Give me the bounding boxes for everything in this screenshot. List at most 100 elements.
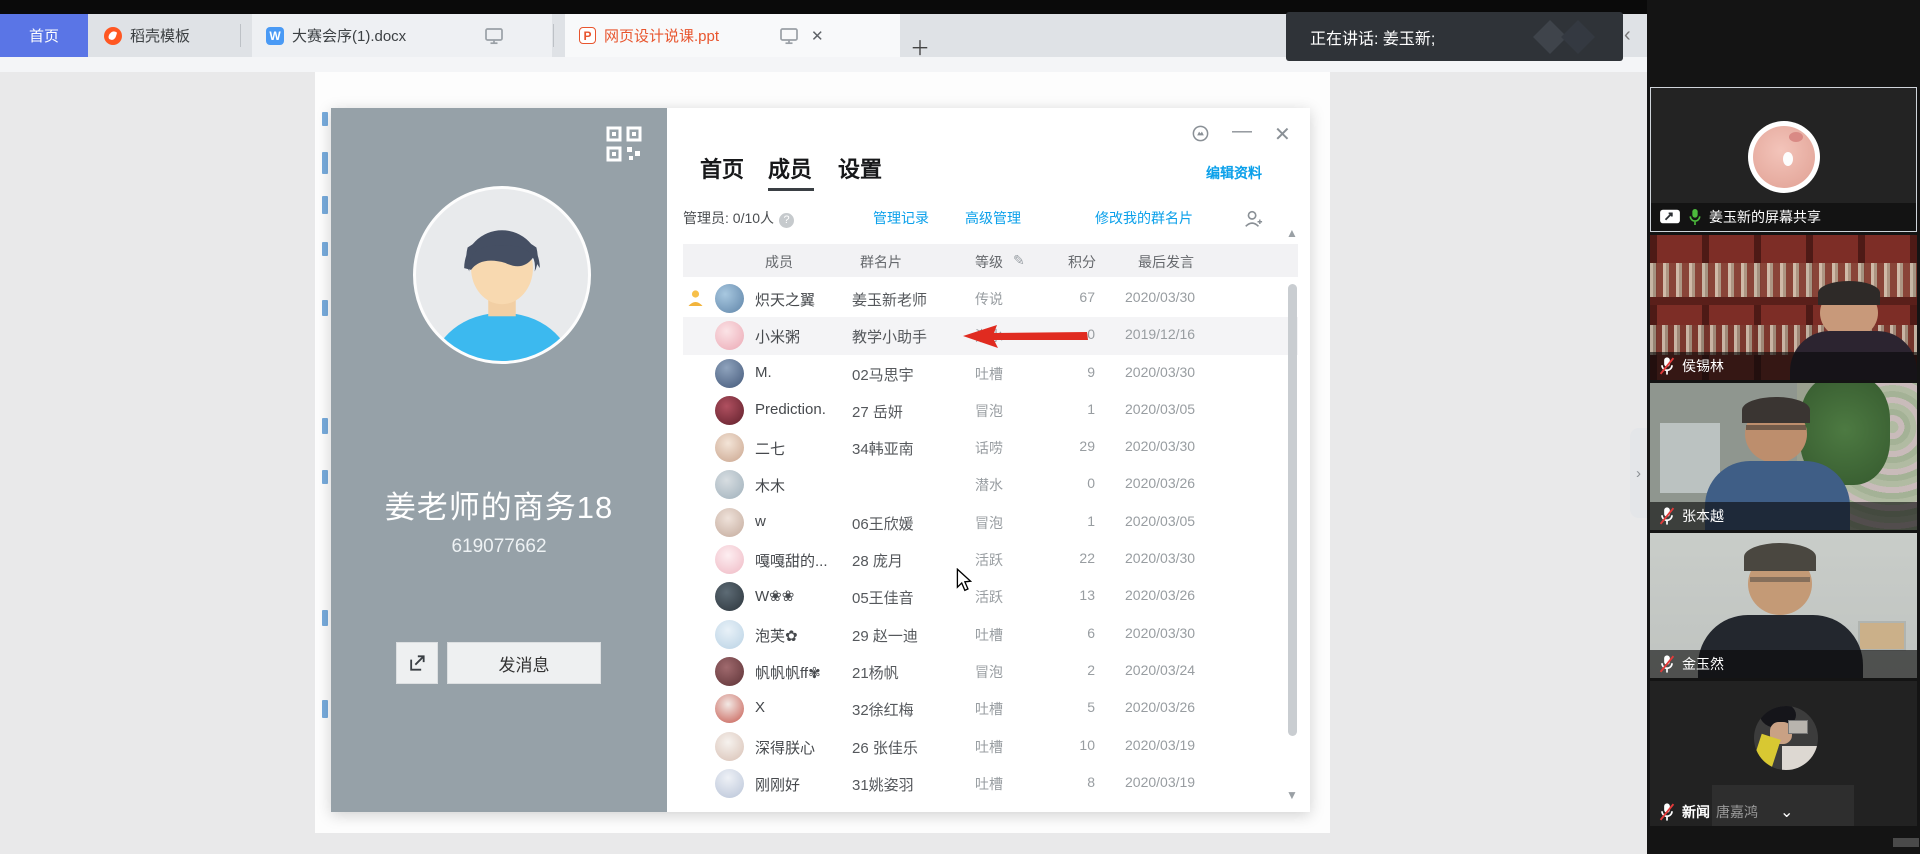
member-card: 31姚姿羽 <box>852 774 914 795</box>
tab-docer-template[interactable]: 稻壳模板 <box>104 14 238 57</box>
qq-group-window: 姜老师的商务18 619077662 发消息 — ✕ 首页 成员 设置 编辑资料… <box>331 108 1310 812</box>
share-icon <box>407 653 427 673</box>
table-row[interactable]: 小米粥 教学小助手 潜水 0 2019/12/16 <box>683 317 1298 354</box>
participant-tile-video[interactable]: 张本越 <box>1650 383 1917 530</box>
tab-home[interactable]: 首页 <box>0 14 88 57</box>
member-lastpost: 2020/03/30 <box>1125 438 1195 454</box>
group-name: 姜老师的商务18 <box>331 482 667 527</box>
col-card: 群名片 <box>860 252 902 272</box>
member-avatar <box>715 694 744 723</box>
member-card: 06王欣媛 <box>852 513 914 534</box>
edit-profile-link[interactable]: 编辑资料 <box>1206 163 1262 183</box>
member-name: 木木 <box>755 475 785 496</box>
table-row[interactable]: X 32徐红梅 吐槽 5 2020/03/26 <box>683 690 1298 727</box>
tab-group-home[interactable]: 首页 <box>700 152 744 184</box>
table-row[interactable]: 二七 34韩亚南 话唠 29 2020/03/30 <box>683 429 1298 466</box>
member-level: 冒泡 <box>975 662 1003 682</box>
member-avatar <box>715 545 744 574</box>
member-points: 10 <box>1035 737 1095 753</box>
admin-count-label: 管理员: 0/10人 <box>683 210 774 226</box>
clipped-text-fragment <box>322 152 328 174</box>
table-row[interactable]: 刚刚好 31姚姿羽 吐槽 8 2020/03/19 <box>683 765 1298 802</box>
participant-tile-video[interactable]: 侯锡林 <box>1650 235 1917 380</box>
participant-label: 姜玉新的屏幕共享 <box>1651 203 1916 231</box>
participant-tile-avatar[interactable]: 新闻 唐嘉鸿 ⌄ <box>1650 681 1917 826</box>
group-card-panel: 姜老师的商务18 619077662 发消息 <box>331 108 667 812</box>
tab-group-settings[interactable]: 设置 <box>838 152 882 184</box>
table-row[interactable]: M. 02马思宇 吐槽 9 2020/03/30 <box>683 355 1298 392</box>
member-points: 67 <box>1035 289 1095 305</box>
mic-muted-icon <box>1658 356 1676 376</box>
screen-share-icon <box>1659 208 1681 226</box>
member-card: 05王佳音 <box>852 587 914 608</box>
clipped-text-fragment <box>322 112 328 126</box>
ppt-doc-icon: P <box>579 27 596 44</box>
member-points: 5 <box>1035 699 1095 715</box>
level-pencil-icon[interactable]: ✎ <box>1013 252 1025 269</box>
active-tab-underline <box>768 188 814 191</box>
qr-code-icon[interactable] <box>605 125 643 163</box>
member-avatar <box>715 620 744 649</box>
minimize-icon[interactable]: — <box>1232 120 1252 143</box>
help-icon[interactable]: ? <box>779 213 794 228</box>
member-avatar <box>715 769 744 798</box>
table-row[interactable]: W❀❀ 05王佳音 活跃 13 2020/03/26 <box>683 578 1298 615</box>
table-row[interactable]: 深得朕心 26 张佳乐 吐槽 10 2020/03/19 <box>683 728 1298 765</box>
table-row[interactable]: 泡芙✿ 29 赵一迪 吐槽 6 2020/03/30 <box>683 616 1298 653</box>
participant-name: 侯锡林 <box>1682 356 1724 376</box>
clipped-text-fragment <box>322 242 328 256</box>
table-row[interactable]: 木木 潜水 0 2020/03/26 <box>683 466 1298 503</box>
scroll-up-icon[interactable]: ▲ <box>1286 226 1298 240</box>
member-list-scrollbar[interactable] <box>1288 284 1297 736</box>
chevron-down-icon[interactable]: ⌄ <box>1780 802 1793 822</box>
clipped-text-fragment <box>322 470 328 484</box>
member-card: 21杨帆 <box>852 662 899 683</box>
participant-label: 金玉然 <box>1650 650 1917 678</box>
member-level: 冒泡 <box>975 513 1003 533</box>
mic-muted-icon <box>1658 506 1676 526</box>
person-avatar-graphic <box>416 189 588 361</box>
member-level: 传说 <box>975 289 1003 309</box>
window-badge-icon[interactable] <box>1191 124 1210 149</box>
mouse-cursor <box>955 568 973 592</box>
tab-docx[interactable]: W 大赛会序(1).docx <box>252 14 552 57</box>
sidebar-collapse-handle[interactable]: › <box>1630 428 1647 518</box>
tab-ppt[interactable]: P 网页设计说课.ppt ✕ <box>565 14 900 57</box>
member-avatar <box>715 508 744 537</box>
table-row[interactable]: 炽天之翼 姜玉新老师 传说 67 2020/03/30 <box>683 280 1298 317</box>
participant-tile-video[interactable]: 金玉然 <box>1650 533 1917 678</box>
avatar <box>1754 706 1818 770</box>
person-add-icon[interactable] <box>1243 209 1263 229</box>
participant-tile-screenshare[interactable]: 姜玉新的屏幕共享 <box>1650 87 1917 232</box>
member-lastpost: 2020/03/30 <box>1125 289 1195 305</box>
person-hair <box>1818 281 1880 305</box>
tab-docer-label: 稻壳模板 <box>130 25 190 46</box>
member-name: M. <box>755 364 772 381</box>
docer-leaf-icon <box>104 27 122 45</box>
member-name: 炽天之翼 <box>755 289 815 310</box>
tab-group-members[interactable]: 成员 <box>768 152 812 184</box>
participants-sidebar: 姜玉新的屏幕共享 侯锡林 <box>1647 0 1920 854</box>
person-hair <box>1742 397 1810 423</box>
share-group-button[interactable] <box>396 642 438 684</box>
table-row[interactable]: 嘎嘎甜的... 28 庞月 活跃 22 2020/03/30 <box>683 541 1298 578</box>
table-row[interactable]: Prediction. 27 岳妍 冒泡 1 2020/03/05 <box>683 392 1298 429</box>
member-name: 嘎嘎甜的... <box>755 550 828 571</box>
scroll-down-icon[interactable]: ▼ <box>1286 788 1298 802</box>
member-points: 22 <box>1035 550 1095 566</box>
member-avatar <box>715 433 744 462</box>
close-icon[interactable]: ✕ <box>1274 122 1291 147</box>
table-row[interactable]: 帆帆帆ff✾ 21杨帆 冒泡 2 2020/03/24 <box>683 653 1298 690</box>
send-message-button[interactable]: 发消息 <box>447 642 601 684</box>
avatar-detail <box>1789 132 1803 142</box>
clipped-text-fragment <box>322 700 328 718</box>
edit-my-card-link[interactable]: 修改我的群名片 <box>1095 208 1193 228</box>
table-row[interactable]: w 06王欣媛 冒泡 1 2020/03/05 <box>683 504 1298 541</box>
tab-scroll-left-icon[interactable]: ‹ <box>1624 24 1631 47</box>
tab-close-icon[interactable]: ✕ <box>811 27 824 45</box>
participant-label: 侯锡林 <box>1650 352 1917 380</box>
member-card: 姜玉新老师 <box>852 289 927 310</box>
advanced-manage-link[interactable]: 高级管理 <box>965 208 1021 228</box>
member-lastpost: 2020/03/05 <box>1125 513 1195 529</box>
admin-log-link[interactable]: 管理记录 <box>873 208 929 228</box>
